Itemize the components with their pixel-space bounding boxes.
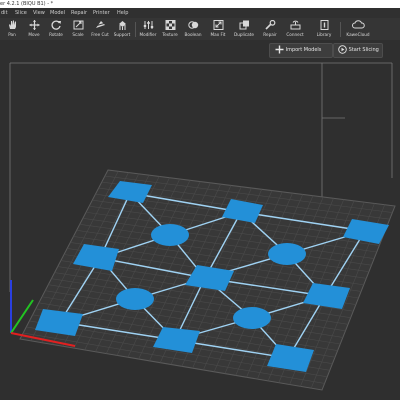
modifier-icon [143,21,153,29]
toolbar-label: Scale [72,32,84,37]
toolbar-max-fit-button[interactable]: Max Fit [206,19,230,40]
support-icon [118,21,126,30]
menu-model[interactable]: Model [50,9,65,17]
connect-icon [290,20,300,30]
toolbar-duplicate-button[interactable]: Duplicate [232,19,256,40]
menu-view[interactable]: View [33,9,45,17]
rotate-icon [51,20,61,30]
toolbar-label: Repair [263,32,277,37]
toolbar-label: Texture [162,32,178,37]
cloud-icon [351,20,365,29]
toolbar-pan-button[interactable]: Pan [0,19,24,40]
menu-edit[interactable]: dit [1,9,8,17]
play-icon [338,45,347,54]
toolbar-label: Boolean [184,32,202,37]
menu-printer[interactable]: Printer [93,9,110,17]
menu-slice[interactable]: Slice [15,9,27,17]
repair-icon [264,20,275,30]
toolbar-kawecloud-button[interactable]: KaweCloud [346,19,370,40]
toolbar-connect-button[interactable]: Connect [283,19,307,40]
toolbar-modifier-button[interactable]: Modifier [136,19,160,40]
toolbar-rotate-button[interactable]: Rotate [44,19,68,40]
window-title: er 4.2.1 (BIQU B1) - * [0,1,54,7]
title-bar: er 4.2.1 (BIQU B1) - * [0,0,400,8]
toolbar-separator [340,22,341,37]
toolbar: Pan Move Rotate Scale Free Cut Support M… [0,18,400,41]
menu-help[interactable]: Help [117,9,128,17]
toolbar-label: Library [316,32,332,37]
toolbar-label: Free Cut [91,32,109,37]
3d-viewport[interactable] [0,40,400,400]
texture-icon [165,20,175,30]
max-fit-icon [213,20,223,30]
toolbar-scale-button[interactable]: Scale [66,19,90,40]
start-slicing-button[interactable]: Start Slicing [333,43,383,58]
toolbar-free-cut-button[interactable]: Free Cut [88,19,112,40]
toolbar-move-button[interactable]: Move [22,19,46,40]
plus-icon [275,45,284,54]
toolbar-label: Rotate [49,32,63,37]
import-models-label: Import Models [285,47,322,53]
import-models-button[interactable]: Import Models [269,43,333,58]
toolbar-repair-button[interactable]: Repair [258,19,282,40]
toolbar-label: Pan [8,32,16,37]
toolbar-support-button[interactable]: Support [110,19,134,40]
toolbar-label: Connect [286,32,304,37]
toolbar-label: Duplicate [234,32,254,37]
boolean-icon [187,21,198,29]
scale-icon [73,20,83,30]
toolbar-label: KaweCloud [346,32,370,37]
library-icon [320,20,328,30]
hand-icon [8,20,16,29]
toolbar-library-button[interactable]: Library [312,19,336,40]
move-icon [29,20,39,30]
start-slicing-label: Start Slicing [348,47,379,53]
cut-icon [94,21,106,28]
toolbar-label: Support [113,32,131,37]
toolbar-label: Modifier [139,32,157,37]
menu-repair[interactable]: Repair [71,9,87,17]
toolbar-label: Move [28,32,40,37]
toolbar-boolean-button[interactable]: Boolean [181,19,205,40]
toolbar-texture-button[interactable]: Texture [158,19,182,40]
toolbar-label: Max Fit [210,32,226,37]
duplicate-icon [239,20,249,30]
